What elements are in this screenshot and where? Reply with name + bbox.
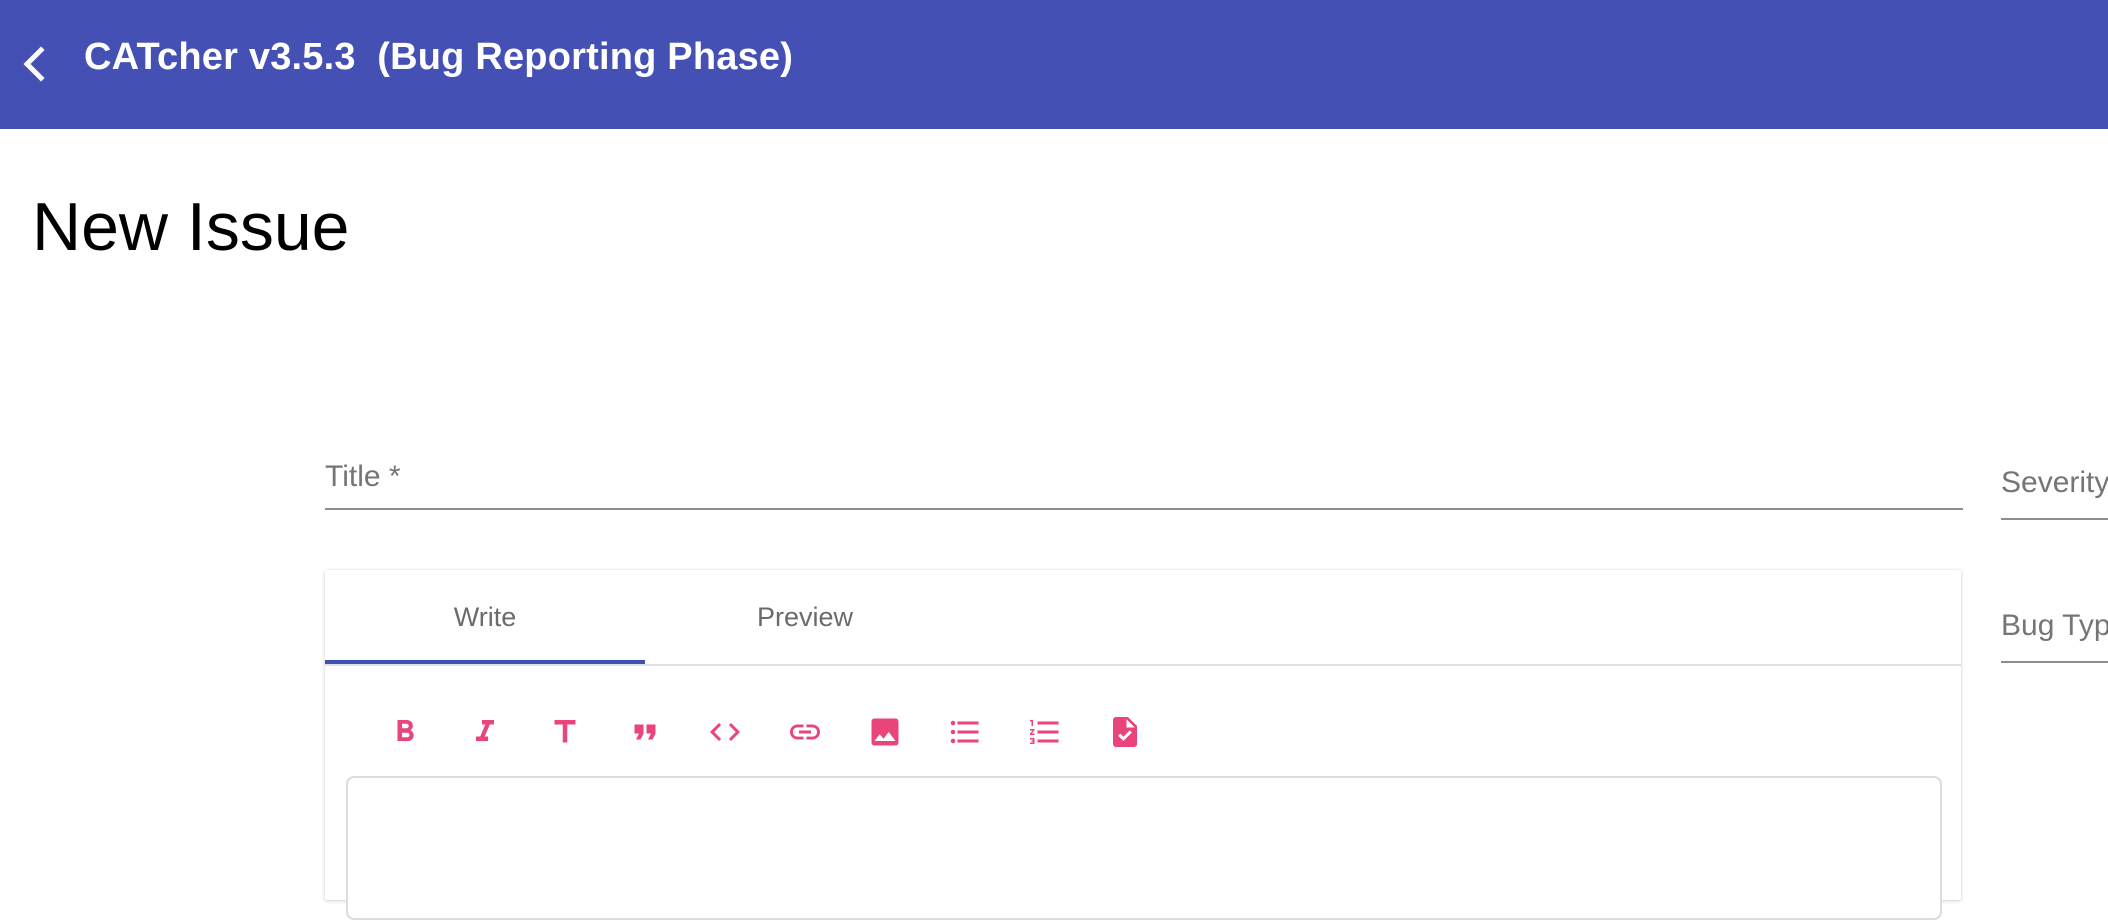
app-title: CATcher v3.5.3 (Bug Reporting Phase) [84,36,794,78]
italic-button[interactable] [445,706,525,762]
task-file-icon [1107,714,1143,755]
severity-select[interactable]: Severity [2001,458,2108,520]
editor-tabs: Write Preview [325,570,1961,666]
link-icon [787,714,823,755]
chevron-left-icon [19,44,49,89]
title-input-label: Title * [325,460,401,493]
italic-icon [467,714,503,755]
description-textarea[interactable] [346,776,1942,920]
image-button[interactable] [845,706,925,762]
numbered-list-icon [1027,714,1063,755]
page-title: New Issue [32,189,350,265]
tab-preview[interactable]: Preview [645,570,965,664]
markdown-toolbar [365,706,1165,762]
task-file-button[interactable] [1085,706,1165,762]
active-tab-indicator [325,660,645,664]
link-button[interactable] [765,706,845,762]
bulleted-list-icon [947,714,983,755]
heading-button[interactable] [525,706,605,762]
tab-write[interactable]: Write [325,570,645,664]
numbered-list-button[interactable] [1005,706,1085,762]
code-button[interactable] [685,706,765,762]
back-button[interactable] [16,44,52,89]
bug-type-select[interactable]: Bug Type [2001,601,2108,663]
severity-select-label: Severity [2001,466,2108,499]
bug-type-select-label: Bug Type [2001,609,2108,642]
image-icon [867,714,903,755]
quote-button[interactable] [605,706,685,762]
quote-icon [627,714,663,755]
heading-icon [547,714,583,755]
title-input[interactable]: Title * [325,452,1963,510]
bulleted-list-button[interactable] [925,706,1005,762]
bold-button[interactable] [365,706,445,762]
app-header: CATcher v3.5.3 (Bug Reporting Phase) [0,0,2108,129]
description-editor: Write Preview [325,570,1961,920]
code-icon [707,714,743,755]
bold-icon [387,714,423,755]
